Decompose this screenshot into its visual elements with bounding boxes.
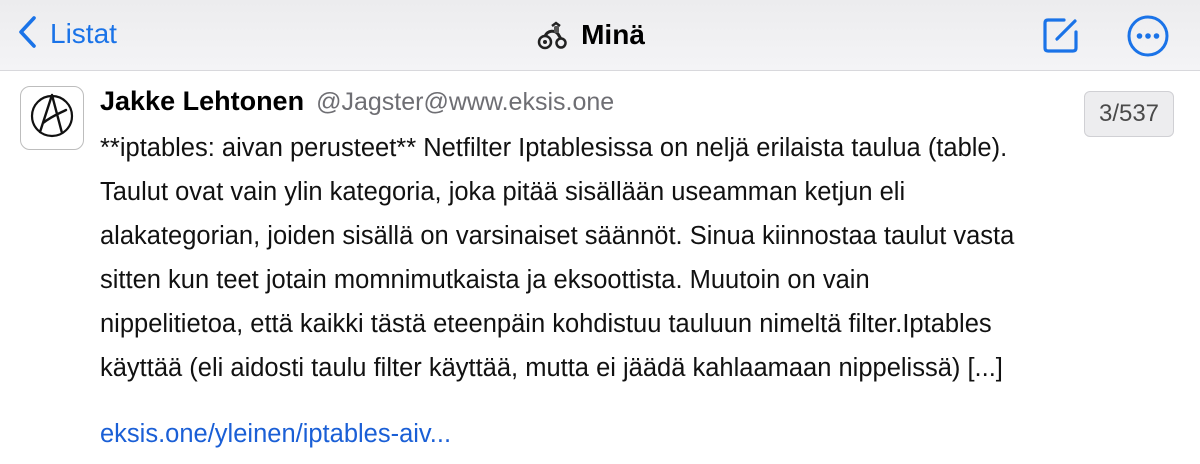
post-link[interactable]: eksis.one/yleinen/iptables-aiv...: [100, 420, 451, 449]
navbar-title-group: Minä: [0, 14, 1200, 56]
post-text-line: nippelitietoa, että kaikki tästä eteenpä…: [100, 310, 992, 338]
post-counter-badge: 3/537: [1084, 91, 1174, 137]
post-text-line: Taulut ovat vain ylin kategoria, joka pi…: [100, 178, 906, 206]
author-avatar[interactable]: [20, 86, 84, 150]
post-text-line: käyttää (eli aidosti taulu filter käyttä…: [100, 354, 1003, 382]
chevron-left-icon: [16, 15, 40, 54]
post-text-line: alakategorian, joiden sisällä on varsina…: [100, 222, 1015, 250]
compose-button[interactable]: [1040, 14, 1082, 56]
post-text: **iptables: aivan perusteet** Netfilter …: [100, 126, 1180, 390]
back-label: Listat: [50, 18, 117, 49]
scooter-avatar-icon: [535, 18, 569, 52]
more-button[interactable]: [1126, 14, 1170, 58]
anarchy-a-logo-icon: [28, 92, 76, 145]
more-ellipsis-icon: [1126, 15, 1170, 62]
author-handle[interactable]: @Jagster@www.eksis.one: [316, 88, 614, 117]
back-button[interactable]: Listat: [16, 12, 117, 56]
post-text-line: **iptables: aivan perusteet** Netfilter …: [100, 134, 1008, 162]
page-title: Minä: [581, 19, 645, 50]
toot-detail-screen: Listat Minä Jakke Lehtonen @Jagster@www.…: [0, 0, 1200, 464]
compose-icon: [1040, 18, 1082, 60]
author-name[interactable]: Jakke Lehtonen: [100, 86, 304, 117]
navigation-bar: Listat Minä: [0, 0, 1200, 71]
post-text-line: sitten kun teet jotain momnimutkaista ja…: [100, 266, 870, 294]
author-line: Jakke Lehtonen @Jagster@www.eksis.one: [100, 86, 614, 122]
